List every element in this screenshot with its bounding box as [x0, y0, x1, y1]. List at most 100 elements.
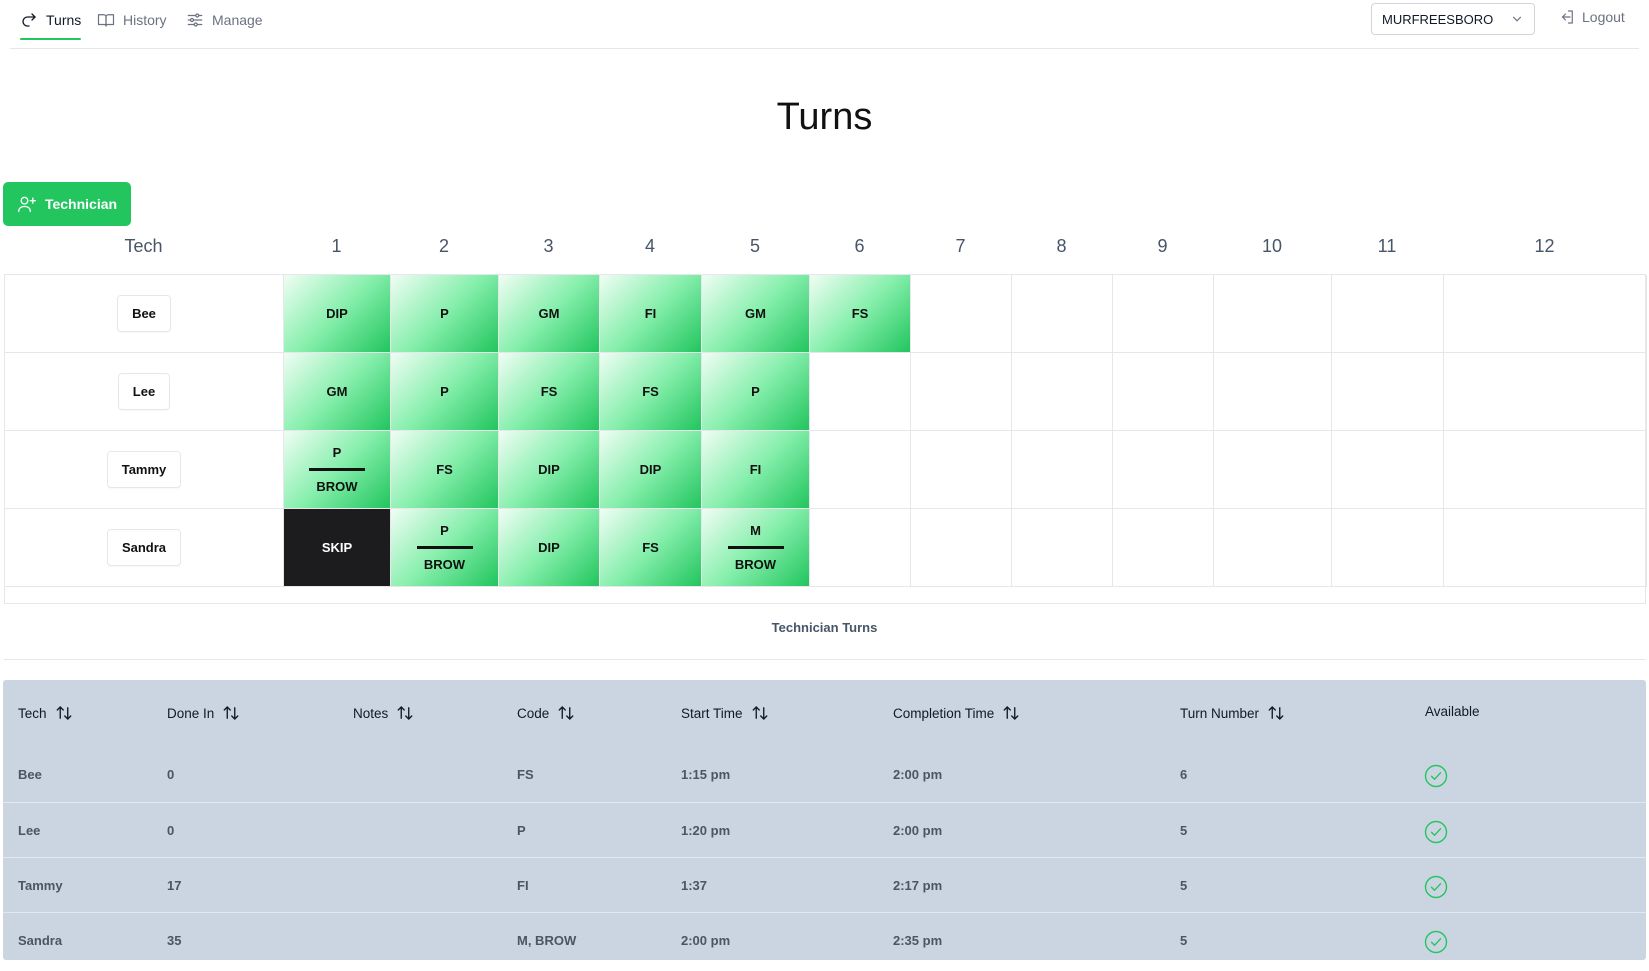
empty-turn-cell[interactable]: [1332, 353, 1444, 431]
turn-cell[interactable]: FS: [810, 275, 911, 353]
tech-button-tammy[interactable]: Tammy: [106, 451, 182, 488]
empty-turn-cell[interactable]: [1012, 431, 1113, 509]
logout-icon: [1561, 10, 1573, 24]
column-header-available: Available: [1425, 704, 1480, 719]
turn-cell[interactable]: M BROW: [702, 509, 810, 587]
turn-cell[interactable]: FI: [600, 275, 702, 353]
empty-turn-cell[interactable]: [1012, 353, 1113, 431]
skip-turn-cell[interactable]: SKIP: [284, 509, 391, 587]
table-row[interactable]: Lee 0 P 1:20 pm 2:00 pm 5: [3, 802, 1646, 861]
empty-turn-cell[interactable]: [1012, 509, 1113, 587]
turn-cell[interactable]: FI: [702, 431, 810, 509]
empty-turn-cell[interactable]: [1214, 431, 1332, 509]
turn-code-secondary: BROW: [734, 557, 777, 572]
empty-turn-cell[interactable]: [1113, 353, 1214, 431]
tab-history[interactable]: History: [97, 0, 167, 40]
turn-cell[interactable]: DIP: [284, 275, 391, 353]
table-row[interactable]: Sandra 35 M, BROW 2:00 pm 2:35 pm 5: [3, 912, 1646, 971]
column-header-label: Notes: [353, 705, 389, 721]
tab-manage[interactable]: Manage: [186, 0, 263, 40]
cell-start: 2:00 pm: [681, 933, 731, 948]
cell-tech: Lee: [18, 823, 41, 838]
turn-cell[interactable]: FS: [600, 353, 702, 431]
active-tab-indicator: [20, 38, 82, 40]
empty-turn-cell[interactable]: [911, 509, 1012, 587]
empty-turn-cell[interactable]: [810, 353, 911, 431]
turn-cell[interactable]: FS: [391, 431, 499, 509]
turn-cell[interactable]: GM: [702, 275, 810, 353]
cell-completion: 2:17 pm: [893, 878, 943, 893]
empty-turn-cell[interactable]: [911, 431, 1012, 509]
empty-turn-cell[interactable]: [1332, 275, 1444, 353]
turn-cell[interactable]: P: [702, 353, 810, 431]
grid-header-turn-4: 4: [644, 236, 655, 256]
empty-turn-cell[interactable]: [1444, 431, 1647, 509]
table-row[interactable]: Bee 0 FS 1:15 pm 2:00 pm 6: [3, 747, 1646, 805]
turn-cell[interactable]: GM: [499, 275, 600, 353]
empty-turn-cell[interactable]: [911, 353, 1012, 431]
grid-header-turn-6: 6: [854, 236, 865, 256]
empty-turn-cell[interactable]: [810, 509, 911, 587]
turn-cell[interactable]: P: [391, 353, 499, 431]
chevron-down-icon: [1512, 16, 1522, 22]
turn-cell[interactable]: GM: [284, 353, 391, 431]
empty-turn-cell[interactable]: [1214, 275, 1332, 353]
turn-cell[interactable]: P: [391, 275, 499, 353]
sort-icon: [752, 706, 767, 720]
cell-turn-number: 5: [1180, 933, 1188, 948]
turn-code: SKIP: [321, 540, 353, 555]
turn-code: FI: [644, 306, 657, 321]
empty-turn-cell[interactable]: [1012, 275, 1113, 353]
tech-button-bee[interactable]: Bee: [117, 295, 171, 332]
empty-turn-cell[interactable]: [1113, 431, 1214, 509]
empty-turn-cell[interactable]: [1214, 353, 1332, 431]
empty-turn-cell[interactable]: [1113, 275, 1214, 353]
turn-cell[interactable]: FS: [600, 509, 702, 587]
cell-turn-number: 5: [1180, 878, 1188, 893]
empty-turn-cell[interactable]: [1332, 509, 1444, 587]
empty-turn-cell[interactable]: [1214, 509, 1332, 587]
column-header-turn-number[interactable]: Turn Number: [1180, 704, 1285, 722]
column-header-start-time[interactable]: Start Time: [681, 704, 769, 722]
table-row[interactable]: Tammy 17 FI 1:37 2:17 pm 5: [3, 857, 1646, 916]
cell-completion: 2:35 pm: [893, 933, 943, 948]
sort-icon: [1003, 706, 1019, 720]
empty-turn-cell[interactable]: [911, 275, 1012, 353]
turn-cell[interactable]: DIP: [499, 431, 600, 509]
turn-code: P: [440, 384, 449, 399]
store-select-value: MURFREESBORO: [1382, 11, 1494, 27]
empty-turn-cell[interactable]: [1444, 275, 1647, 353]
turn-cell[interactable]: DIP: [600, 431, 702, 509]
turn-cell[interactable]: P BROW: [391, 509, 499, 587]
column-header-label: Completion Time: [893, 705, 995, 721]
logout-button[interactable]: Logout: [1558, 8, 1625, 26]
column-header-tech[interactable]: Tech: [18, 704, 73, 722]
cell-start: 1:15 pm: [681, 767, 731, 782]
column-header-notes[interactable]: Notes: [353, 704, 414, 722]
column-header-completion-time[interactable]: Completion Time: [893, 704, 1020, 722]
tech-button-lee[interactable]: Lee: [117, 373, 171, 410]
turn-cell[interactable]: FS: [499, 353, 600, 431]
empty-turn-cell[interactable]: [1332, 431, 1444, 509]
turn-code: DIP: [639, 462, 662, 477]
turn-code: M: [750, 523, 761, 538]
tab-manage-label: Manage: [212, 12, 263, 28]
turn-cell[interactable]: DIP: [499, 509, 600, 587]
empty-turn-cell[interactable]: [1113, 509, 1214, 587]
turn-code: GM: [326, 384, 348, 399]
turn-cell[interactable]: P BROW: [284, 431, 391, 509]
add-technician-button[interactable]: Technician: [3, 182, 131, 226]
sort-icon: [56, 706, 71, 720]
column-header-done-in[interactable]: Done In: [167, 704, 240, 722]
empty-turn-cell[interactable]: [1444, 353, 1647, 431]
cell-code: P: [517, 823, 526, 838]
turn-divider: [727, 546, 784, 549]
tech-button-sandra[interactable]: Sandra: [106, 529, 182, 566]
tab-turns[interactable]: Turns: [20, 0, 82, 40]
cell-done-in: 0: [167, 823, 175, 838]
store-select[interactable]: MURFREESBORO: [1371, 3, 1535, 35]
empty-turn-cell[interactable]: [810, 431, 911, 509]
empty-turn-cell[interactable]: [1444, 509, 1647, 587]
cell-code: FI: [517, 878, 529, 893]
column-header-code[interactable]: Code: [517, 704, 575, 722]
